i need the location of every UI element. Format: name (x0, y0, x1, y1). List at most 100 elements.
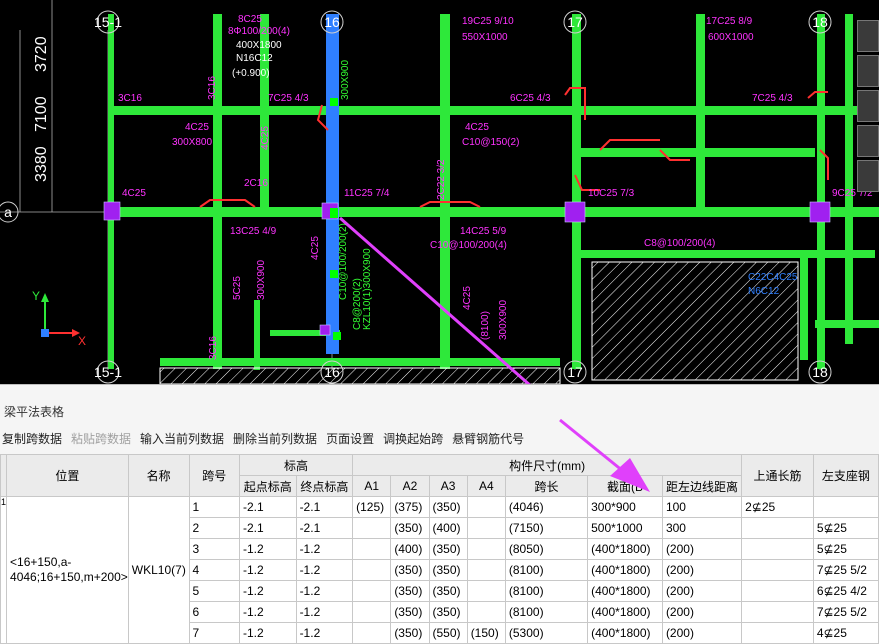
side-tool-button[interactable] (857, 20, 879, 52)
table-cell-a2[interactable]: (400) (390, 538, 430, 560)
table-cell-top[interactable] (741, 622, 814, 644)
table-cell-a3[interactable]: (350) (428, 538, 468, 560)
table-cell-a2[interactable]: (350) (390, 622, 430, 644)
table-cell-dist[interactable]: (200) (661, 559, 743, 581)
name-cell[interactable]: WKL10(7) (127, 496, 190, 644)
table-cell-len[interactable]: (8100) (504, 559, 589, 581)
table-cell-len[interactable]: (7150) (504, 517, 589, 539)
table-cell-len[interactable]: (8050) (504, 538, 589, 560)
table-cell-span[interactable]: 2 (188, 517, 241, 539)
table-cell-sec[interactable]: 300*900 (587, 496, 663, 518)
table-cell-a1[interactable] (352, 601, 392, 623)
table-cell-dist[interactable]: (200) (661, 538, 743, 560)
table-cell-a3[interactable]: (350) (428, 496, 468, 518)
table-cell-end[interactable]: -1.2 (295, 538, 354, 560)
cantilever-code-button[interactable]: 悬臂钢筋代号 (450, 429, 531, 449)
table-cell-span[interactable]: 1 (188, 496, 241, 518)
table-cell-start[interactable]: -1.2 (239, 580, 297, 602)
table-cell-a3[interactable]: (350) (428, 601, 468, 623)
side-tool-button[interactable] (857, 55, 879, 87)
table-cell-end[interactable]: -1.2 (295, 622, 354, 644)
table-cell-dist[interactable]: (200) (661, 622, 743, 644)
table-cell-sec[interactable]: (400*1800) (587, 601, 663, 623)
table-cell-left[interactable]: 7⊈25 5/2 (812, 601, 879, 623)
table-row[interactable]: 1 <16+150,a-4046;16+150,m+200> WKL10(7) 1 -2… (0, 496, 879, 644)
input-column-button[interactable]: 输入当前列数据 (138, 429, 231, 449)
table-cell-a4[interactable] (466, 538, 506, 560)
side-tool-button[interactable] (857, 90, 879, 122)
table-cell-end[interactable]: -2.1 (295, 496, 354, 518)
table-cell-top[interactable] (741, 538, 814, 560)
table-cell-span[interactable]: 6 (188, 601, 241, 623)
table-cell-a2[interactable]: (350) (390, 559, 430, 581)
table-cell-left[interactable]: 5⊈25 (812, 538, 879, 560)
side-tool-button[interactable] (857, 125, 879, 157)
table-cell-a4[interactable] (466, 496, 506, 518)
table-cell-span[interactable]: 5 (188, 580, 241, 602)
side-tool-button[interactable] (857, 160, 879, 192)
table-cell-a3[interactable]: (400) (428, 517, 468, 539)
table-cell-start[interactable]: -1.2 (239, 601, 297, 623)
side-toolbar[interactable] (857, 20, 879, 195)
table-cell-sec[interactable]: (400*1800) (587, 559, 663, 581)
table-cell-top[interactable]: 2⊈25 (741, 496, 814, 518)
table-cell-a2[interactable]: (350) (390, 580, 430, 602)
table-cell-a1[interactable] (352, 580, 392, 602)
table-cell-a4[interactable] (466, 601, 506, 623)
table-cell-left[interactable]: 5⊈25 (812, 517, 879, 539)
position-cell[interactable]: <16+150,a-4046;16+150,m+200> (6, 496, 129, 644)
table-cell-sec[interactable]: 500*1000 (587, 517, 663, 539)
table-cell-top[interactable] (741, 601, 814, 623)
table-cell-left[interactable]: 6⊈25 4/2 (812, 580, 879, 602)
table-cell-a1[interactable] (352, 538, 392, 560)
table-cell-end[interactable]: -1.2 (295, 559, 354, 581)
table-cell-span[interactable]: 3 (188, 538, 241, 560)
table-cell-span[interactable]: 7 (188, 622, 241, 644)
table-cell-a3[interactable]: (350) (428, 580, 468, 602)
page-setup-button[interactable]: 页面设置 (324, 429, 381, 449)
table-cell-len[interactable]: (5300) (504, 622, 589, 644)
table-cell-a4[interactable] (466, 517, 506, 539)
table-cell-end[interactable]: -1.2 (295, 601, 354, 623)
table-cell-a2[interactable]: (375) (390, 496, 430, 518)
swap-start-span-button[interactable]: 调换起始跨 (381, 429, 450, 449)
cad-drawing-canvas[interactable]: 15-1 16 17 18 a 15-1 16 17 18 3720 7100 … (0, 0, 879, 384)
table-cell-a2[interactable]: (350) (390, 517, 430, 539)
table-cell-a4[interactable]: (150) (466, 622, 506, 644)
delete-column-button[interactable]: 删除当前列数据 (231, 429, 324, 449)
table-cell-dist[interactable]: (200) (661, 601, 743, 623)
table-cell-end[interactable]: -1.2 (295, 580, 354, 602)
table-cell-left[interactable] (812, 496, 879, 518)
table-cell-span[interactable]: 4 (188, 559, 241, 581)
table-cell-top[interactable] (741, 559, 814, 581)
table-cell-start[interactable]: -2.1 (239, 517, 297, 539)
table-cell-top[interactable] (741, 580, 814, 602)
table-cell-a1[interactable]: (125) (352, 496, 392, 518)
table-cell-a3[interactable]: (350) (428, 559, 468, 581)
table-cell-len[interactable]: (8100) (504, 580, 589, 602)
paste-span-button[interactable]: 粘贴跨数据 (69, 429, 138, 449)
table-cell-dist[interactable]: 100 (661, 496, 743, 518)
table-cell-a1[interactable] (352, 517, 392, 539)
table-cell-left[interactable]: 4⊈25 (812, 622, 879, 644)
table-cell-len[interactable]: (4046) (504, 496, 589, 518)
copy-span-button[interactable]: 复制跨数据 (0, 429, 69, 449)
table-cell-a4[interactable] (466, 559, 506, 581)
table-cell-sec[interactable]: (400*1800) (587, 622, 663, 644)
table-cell-start[interactable]: -1.2 (239, 538, 297, 560)
table-cell-a3[interactable]: (550) (428, 622, 468, 644)
table-cell-dist[interactable]: 300 (661, 517, 743, 539)
table-cell-top[interactable] (741, 517, 814, 539)
table-cell-len[interactable]: (8100) (504, 601, 589, 623)
table-cell-a1[interactable] (352, 559, 392, 581)
table-cell-start[interactable]: -2.1 (239, 496, 297, 518)
table-cell-sec[interactable]: (400*1800) (587, 538, 663, 560)
table-cell-dist[interactable]: (200) (661, 580, 743, 602)
table-cell-a1[interactable] (352, 622, 392, 644)
table-cell-sec[interactable]: (400*1800) (587, 580, 663, 602)
table-cell-start[interactable]: -1.2 (239, 559, 297, 581)
table-cell-a4[interactable] (466, 580, 506, 602)
table-cell-a2[interactable]: (350) (390, 601, 430, 623)
table-cell-left[interactable]: 7⊈25 5/2 (812, 559, 879, 581)
table-cell-end[interactable]: -2.1 (295, 517, 354, 539)
